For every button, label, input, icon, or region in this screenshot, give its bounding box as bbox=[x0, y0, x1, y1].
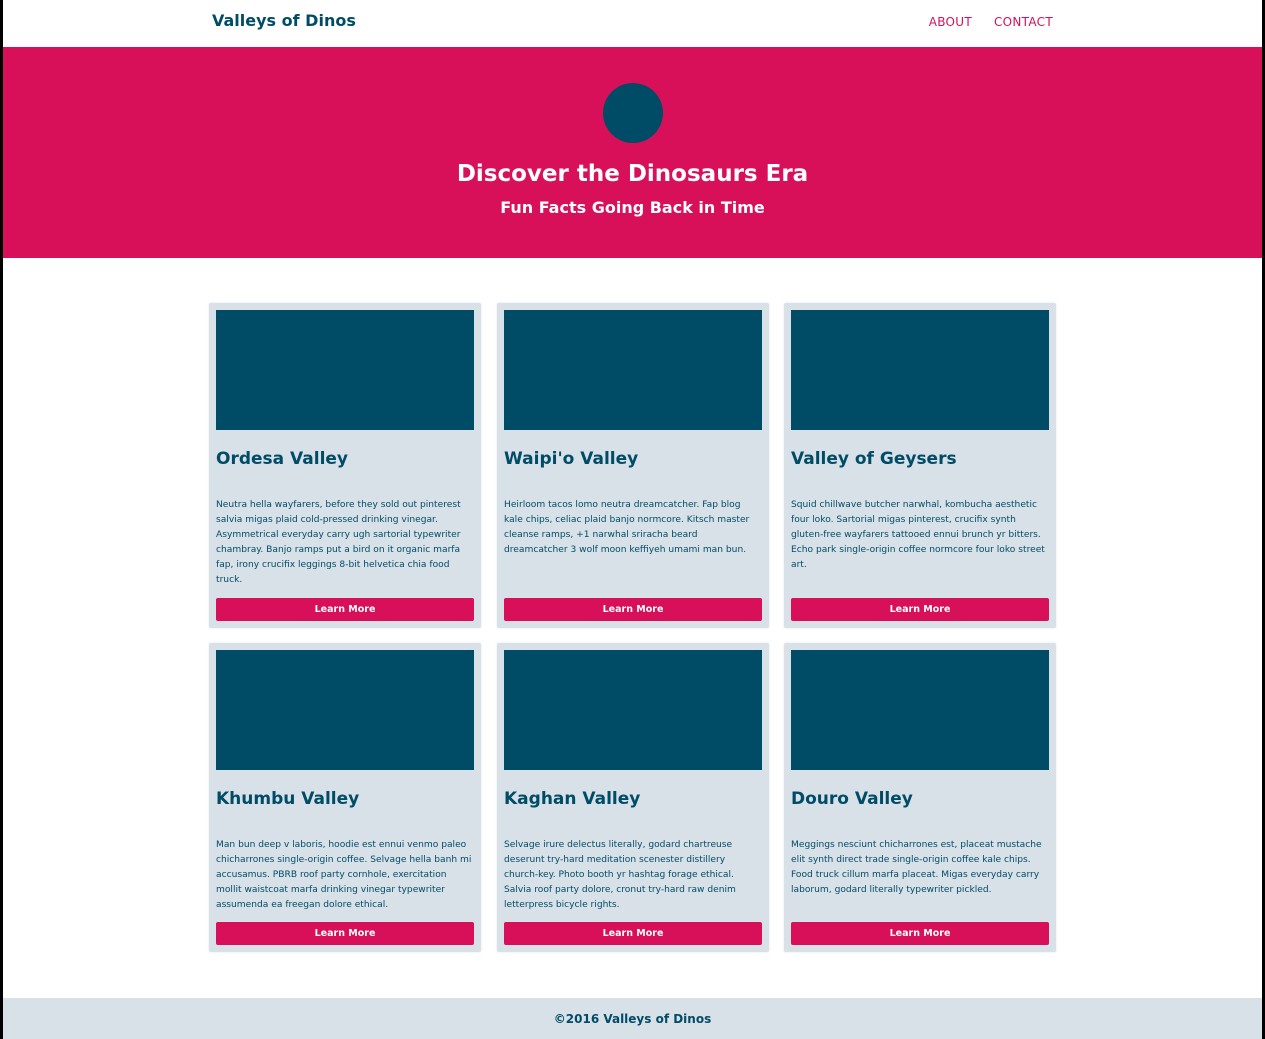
card-text: Neutra hella wayfarers, before they sold… bbox=[216, 500, 461, 585]
brand-link[interactable]: Valleys of Dinos bbox=[212, 11, 356, 30]
card-image bbox=[504, 650, 762, 770]
hero-title: Discover the Dinosaurs Era bbox=[456, 161, 809, 187]
footer: ©2016 Valleys of Dinos bbox=[3, 998, 1262, 1039]
card-kaghan-valley: Kaghan Valley Selvage irure delectus lit… bbox=[497, 643, 769, 952]
card-title: Douro Valley bbox=[791, 789, 913, 809]
card-title: Valley of Geysers bbox=[791, 449, 957, 469]
learn-more-button[interactable]: Learn More bbox=[791, 922, 1049, 945]
card-title: Ordesa Valley bbox=[216, 449, 349, 469]
nav-links: ABOUT CONTACT bbox=[929, 15, 1053, 29]
card-image bbox=[791, 650, 1049, 770]
card-douro-valley: Douro Valley Meggings nesciunt chicharro… bbox=[784, 643, 1056, 952]
navbar: Valleys of Dinos ABOUT CONTACT bbox=[3, 0, 1262, 47]
card-text: Selvage irure delectus literally, godard… bbox=[504, 840, 736, 910]
card-image bbox=[216, 310, 474, 430]
card-text: Meggings nesciunt chicharrones est, plac… bbox=[791, 840, 1042, 895]
footer-copyright: ©2016 Valleys of Dinos bbox=[553, 1012, 712, 1026]
hero-banner: Discover the Dinosaurs Era Fun Facts Goi… bbox=[3, 47, 1262, 258]
card-image bbox=[791, 310, 1049, 430]
learn-more-button[interactable]: Learn More bbox=[504, 598, 762, 621]
card-text: Man bun deep v laboris, hoodie est ennui… bbox=[216, 840, 472, 910]
card-text: Squid chillwave butcher narwhal, kombuch… bbox=[791, 500, 1045, 570]
learn-more-button[interactable]: Learn More bbox=[504, 922, 762, 945]
learn-more-button[interactable]: Learn More bbox=[216, 922, 474, 945]
card-ordesa-valley: Ordesa Valley Neutra hella wayfarers, be… bbox=[209, 303, 481, 628]
hero-subtitle: Fun Facts Going Back in Time bbox=[500, 198, 765, 217]
card-image bbox=[504, 310, 762, 430]
learn-more-button[interactable]: Learn More bbox=[791, 598, 1049, 621]
card-text: Heirloom tacos lomo neutra dreamcatcher.… bbox=[504, 500, 750, 555]
nav-link-about[interactable]: ABOUT bbox=[929, 15, 972, 29]
card-title: Waipi'o Valley bbox=[504, 449, 639, 469]
card-waipio-valley: Waipi'o Valley Heirloom tacos lomo neutr… bbox=[497, 303, 769, 628]
learn-more-button[interactable]: Learn More bbox=[216, 598, 474, 621]
window-frame-left bbox=[0, 0, 3, 1039]
nav-link-contact[interactable]: CONTACT bbox=[994, 15, 1053, 29]
card-image bbox=[216, 650, 474, 770]
card-khumbu-valley: Khumbu Valley Man bun deep v laboris, ho… bbox=[209, 643, 481, 952]
hero-avatar bbox=[603, 83, 663, 143]
card-valley-of-geysers: Valley of Geysers Squid chillwave butche… bbox=[784, 303, 1056, 628]
card-title: Kaghan Valley bbox=[504, 789, 641, 809]
card-title: Khumbu Valley bbox=[216, 789, 360, 809]
